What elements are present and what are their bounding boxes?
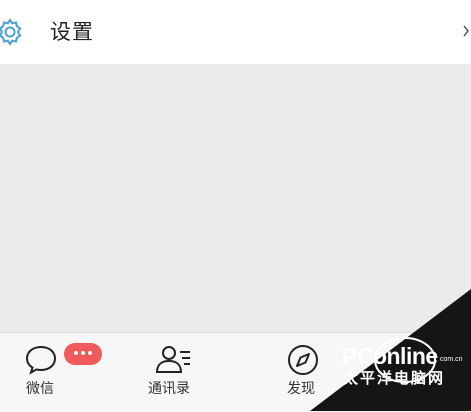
header-bar: 设置 bbox=[0, 0, 471, 64]
page-title: 设置 bbox=[50, 20, 94, 44]
tab-label-contacts: 通讯录 bbox=[148, 381, 190, 397]
watermark-brand: PConline bbox=[342, 343, 438, 369]
unread-badge bbox=[64, 343, 102, 365]
tab-wechat[interactable]: 微信 bbox=[14, 333, 104, 412]
watermark-domain: com.cn bbox=[440, 356, 463, 363]
contacts-icon bbox=[155, 346, 190, 373]
tab-contacts[interactable]: 通讯录 bbox=[140, 333, 220, 412]
content-area bbox=[0, 64, 471, 332]
tab-label-wechat: 微信 bbox=[26, 381, 54, 397]
gear-icon[interactable] bbox=[0, 16, 26, 48]
chat-bubble-icon bbox=[25, 345, 57, 375]
watermark-subtitle: 太平洋电脑网 bbox=[343, 369, 446, 387]
tab-label-discover: 发现 bbox=[287, 381, 315, 397]
partial-icon bbox=[463, 25, 469, 37]
tab-discover[interactable]: 发现 bbox=[278, 333, 338, 412]
compass-icon bbox=[288, 345, 318, 375]
